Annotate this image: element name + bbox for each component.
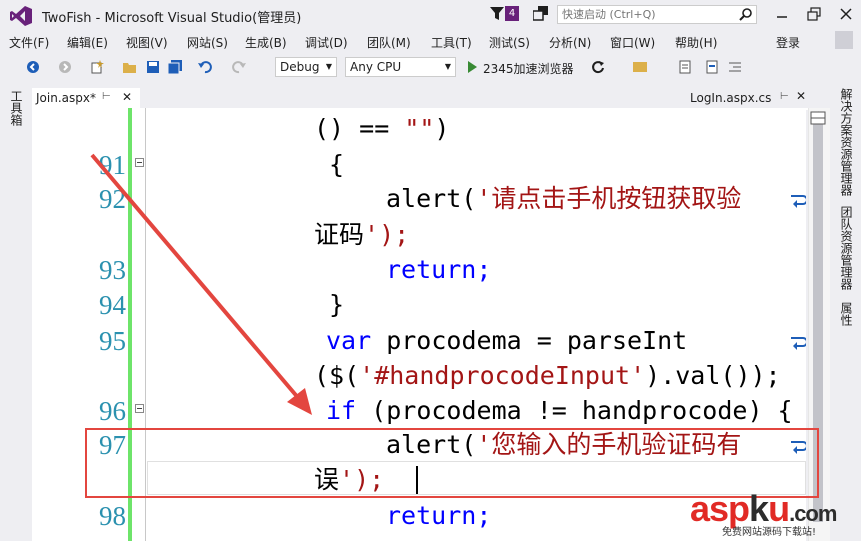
code-line: 证码'); <box>314 220 410 249</box>
line-number: 95 <box>99 326 126 356</box>
new-project-icon[interactable] <box>90 60 104 74</box>
watermark-tagline: 免费网站源码下载站! <box>722 527 817 538</box>
team-explorer-tab[interactable]: 团队资源管理器 <box>838 206 855 290</box>
minimize-icon[interactable] <box>774 6 790 22</box>
word-wrap-icon <box>791 195 806 208</box>
code-line: { <box>329 150 345 179</box>
open-file-icon[interactable] <box>123 60 137 74</box>
quick-launch-input[interactable] <box>558 6 732 23</box>
menu-view[interactable]: 视图(V) <box>126 34 168 51</box>
notification-badge[interactable]: 4 <box>505 6 519 21</box>
quick-launch-box[interactable] <box>557 5 757 24</box>
pin-icon[interactable]: ⊢ <box>780 91 789 102</box>
platform-value: Any CPU <box>350 60 402 74</box>
user-avatar-icon[interactable] <box>835 31 853 49</box>
line-number: 96 <box>99 396 126 426</box>
menu-test[interactable]: 测试(S) <box>489 34 530 51</box>
menu-team[interactable]: 团队(M) <box>367 34 411 51</box>
toolbox-tab[interactable]: 工具箱 <box>8 90 25 126</box>
split-window-icon[interactable] <box>810 111 826 125</box>
document-tab-row: Join.aspx* ⊢ ✕ LogIn.aspx.cs ⊢ ✕ <box>32 88 830 108</box>
menu-edit[interactable]: 编辑(E) <box>67 34 108 51</box>
run-target-label[interactable]: 2345加速浏览器 <box>483 60 574 77</box>
line-number: 91 <box>99 150 126 180</box>
collapse-toggle-icon[interactable] <box>135 158 144 167</box>
menu-window[interactable]: 窗口(W) <box>610 34 655 51</box>
solution-configuration-select[interactable]: Debug ▼ <box>275 57 337 77</box>
right-tool-strip: 解决方案资源管理器 团队资源管理器 属性 <box>830 84 861 541</box>
code-line: var procodema = parseInt <box>326 326 688 355</box>
close-tab-icon[interactable]: ✕ <box>796 89 806 103</box>
collapse-toggle-icon[interactable] <box>135 404 144 413</box>
menu-file[interactable]: 文件(F) <box>9 34 49 51</box>
chevron-down-icon: ▼ <box>444 62 451 71</box>
restore-icon[interactable] <box>806 6 822 22</box>
redo-icon[interactable] <box>232 60 246 74</box>
feedback-icon[interactable] <box>533 6 549 22</box>
notification-filter-icon[interactable] <box>490 7 504 21</box>
save-icon[interactable] <box>146 60 160 74</box>
navigate-forward-icon[interactable] <box>58 60 72 74</box>
close-tab-icon[interactable]: ✕ <box>122 90 132 104</box>
code-line: return; <box>386 501 492 530</box>
pin-icon[interactable]: ⊢ <box>102 91 111 102</box>
window-title: TwoFish - Microsoft Visual Studio(管理员) <box>42 11 302 26</box>
solution-platform-select[interactable]: Any CPU ▼ <box>345 57 456 77</box>
properties-tab[interactable]: 属性 <box>838 302 855 326</box>
menu-help[interactable]: 帮助(H) <box>675 34 717 51</box>
line-number: 92 <box>99 184 126 214</box>
title-bar: TwoFish - Microsoft Visual Studio(管理员) 4 <box>0 0 861 30</box>
navigate-back-icon[interactable] <box>26 60 40 74</box>
line-number: 94 <box>99 290 126 320</box>
word-wrap-icon <box>791 337 806 350</box>
browser-link-icon[interactable] <box>633 60 647 74</box>
comment-out-icon[interactable] <box>678 60 692 74</box>
search-icon[interactable] <box>739 8 752 21</box>
code-line: return; <box>386 255 492 284</box>
code-line: () == "") <box>314 114 450 143</box>
indent-icon[interactable] <box>728 60 742 74</box>
code-line: if (procodema != handprocode) { <box>326 396 793 425</box>
menu-debug[interactable]: 调试(D) <box>305 34 348 51</box>
left-tool-strip: 工具箱 <box>0 84 32 541</box>
sign-in-link[interactable]: 登录 <box>776 34 800 51</box>
undo-icon[interactable] <box>198 60 212 74</box>
chevron-down-icon: ▼ <box>325 62 332 71</box>
code-line: } <box>329 290 345 319</box>
bookmark-icon[interactable] <box>705 60 719 74</box>
menu-build[interactable]: 生成(B) <box>245 34 287 51</box>
visual-studio-logo-icon <box>10 6 32 26</box>
start-debugging-icon[interactable] <box>465 60 479 74</box>
menu-tools[interactable]: 工具(T) <box>431 34 472 51</box>
line-number: 98 <box>99 501 126 531</box>
save-all-icon[interactable] <box>168 60 182 74</box>
tab-login-aspx-cs[interactable]: LogIn.aspx.cs <box>690 91 771 105</box>
code-line: alert('请点击手机按钮获取验 <box>386 184 742 213</box>
tab-label: Join.aspx* <box>36 91 96 105</box>
close-icon[interactable] <box>838 6 854 22</box>
tab-join-aspx[interactable]: Join.aspx* ⊢ ✕ <box>32 88 140 108</box>
configuration-value: Debug <box>280 60 320 74</box>
refresh-browser-icon[interactable] <box>591 60 605 74</box>
menu-analyze[interactable]: 分析(N) <box>549 34 591 51</box>
menu-bar: 文件(F) 编辑(E) 视图(V) 网站(S) 生成(B) 调试(D) 团队(M… <box>0 31 861 51</box>
menu-website[interactable]: 网站(S) <box>187 34 228 51</box>
line-number: 93 <box>99 255 126 285</box>
solution-explorer-tab[interactable]: 解决方案资源管理器 <box>838 88 855 196</box>
code-line: ($('#handprocodeInput').val()); <box>314 361 781 390</box>
